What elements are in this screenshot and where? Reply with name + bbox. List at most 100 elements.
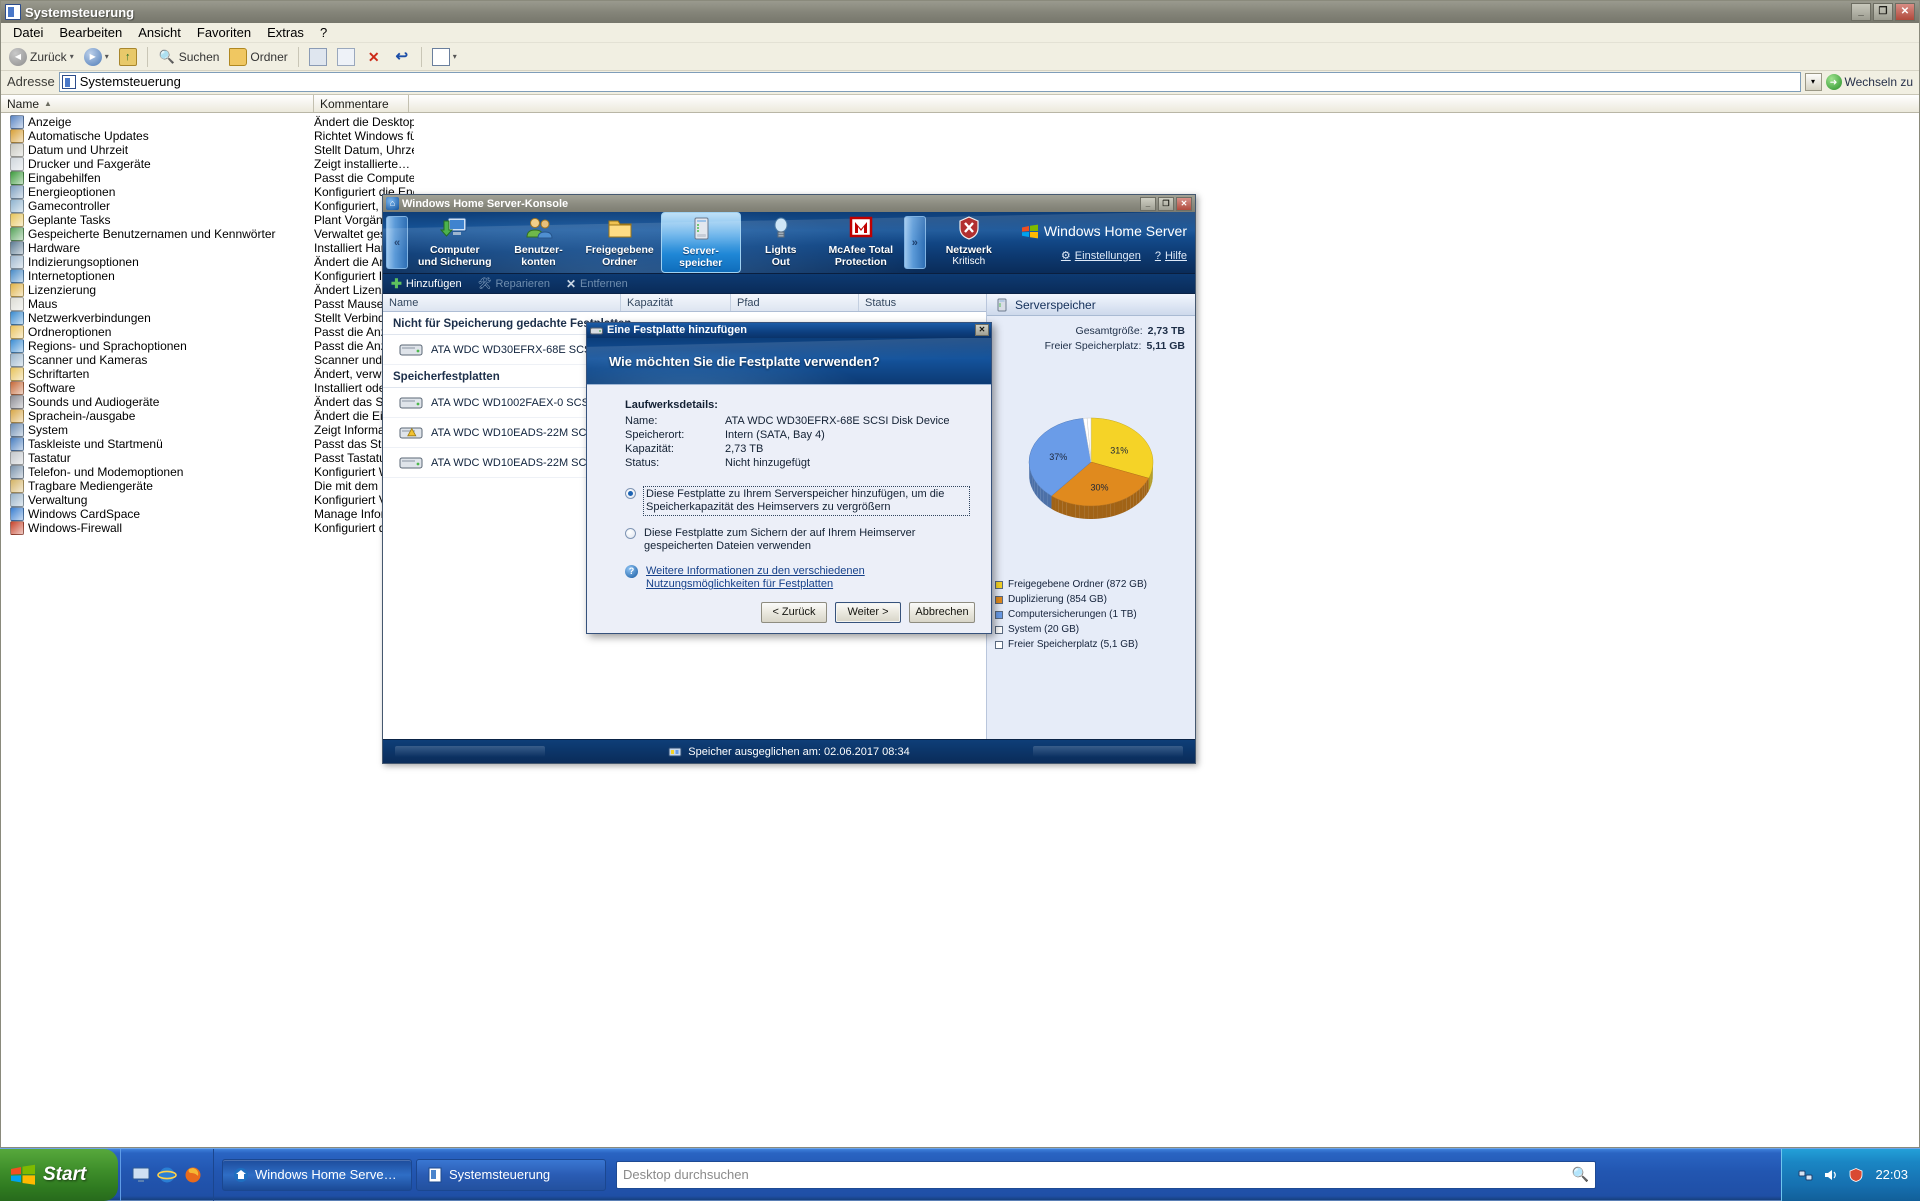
- back-chevron-down-icon[interactable]: ▾: [70, 52, 74, 61]
- cancel-button[interactable]: Abbrechen: [909, 602, 975, 623]
- more-info-row[interactable]: ? Weitere Informationen zu den verschied…: [625, 565, 969, 591]
- nav-scroll-left-button[interactable]: «: [386, 216, 408, 269]
- control-panel-item[interactable]: EingabehilfenPasst die Computer…: [1, 171, 1919, 185]
- detail-value-status: Nicht hinzugefügt: [725, 456, 969, 470]
- control-panel-item-label: Internetoptionen: [28, 269, 115, 283]
- plus-icon: ✚: [391, 276, 402, 292]
- whs-nav-item-network-critical[interactable]: NetzwerkKritisch: [929, 212, 1009, 273]
- add-disk-button[interactable]: ✚ Hinzufügen: [391, 276, 462, 292]
- storage-stats: Gesamtgröße: 2,73 TB Freier Speicherplat…: [987, 316, 1195, 358]
- whs-nav-item-user-accounts[interactable]: Benutzer-konten: [499, 212, 579, 273]
- folders-button[interactable]: Ordner: [225, 46, 291, 68]
- settings-link[interactable]: ⚙ Einstellungen: [1061, 249, 1141, 262]
- status-text: Speicher ausgeglichen am: 02.06.2017 08:…: [688, 746, 909, 758]
- maximize-button[interactable]: ❐: [1873, 3, 1893, 21]
- whs-maximize-button[interactable]: ❐: [1158, 197, 1174, 211]
- whs-minimize-button[interactable]: _: [1140, 197, 1156, 211]
- views-chevron-down-icon[interactable]: ▾: [453, 52, 457, 61]
- disk-column-name[interactable]: Name: [383, 294, 621, 311]
- menu-help[interactable]: ?: [312, 23, 335, 42]
- option-add-to-storage[interactable]: Diese Festplatte zu Ihrem Serverspeicher…: [625, 487, 969, 515]
- control-panel-item[interactable]: Drucker und FaxgeräteZeigt installierte…: [1, 157, 1919, 171]
- whs-nav-item-computer-backup[interactable]: Computerund Sicherung: [411, 212, 499, 273]
- menu-ansicht[interactable]: Ansicht: [130, 23, 189, 42]
- desktop-search-input[interactable]: Desktop durchsuchen 🔍: [616, 1161, 1596, 1189]
- firefox-icon[interactable]: [183, 1165, 203, 1185]
- control-panel-item-name: Tastatur: [1, 451, 314, 465]
- nav-scroll-right-button[interactable]: »: [904, 216, 926, 269]
- taskbar-button[interactable]: Systemsteuerung: [416, 1159, 606, 1191]
- back-button[interactable]: < Zurück: [761, 602, 827, 623]
- forward-button[interactable]: ▾: [80, 46, 113, 68]
- whs-title: Windows Home Server-Konsole: [402, 198, 568, 210]
- detail-row-location: Speicherort: Intern (SATA, Bay 4): [625, 428, 969, 442]
- detail-key-location: Speicherort:: [625, 428, 725, 442]
- minimize-button[interactable]: _: [1851, 3, 1871, 21]
- dialog-heading: Wie möchten Sie die Festplatte verwenden…: [609, 354, 880, 369]
- column-header-comment-label: Kommentare: [320, 97, 389, 111]
- copy-to-button[interactable]: [333, 46, 359, 68]
- column-header-name[interactable]: Name ▲: [1, 95, 314, 112]
- radio-add-to-storage[interactable]: [625, 488, 636, 499]
- menu-extras[interactable]: Extras: [259, 23, 312, 42]
- network-icon[interactable]: [1798, 1167, 1814, 1183]
- close-button[interactable]: ✕: [1895, 3, 1915, 21]
- search-icon[interactable]: 🔍: [1572, 1166, 1589, 1183]
- undo-button[interactable]: [389, 46, 415, 68]
- whs-nav-item-shared-folders[interactable]: FreigegebeneOrdner: [579, 212, 661, 273]
- move-to-button[interactable]: [305, 46, 331, 68]
- explorer-titlebar[interactable]: Systemsteuerung _ ❐ ✕: [1, 1, 1919, 23]
- taskbar: Start Windows Home: [0, 1148, 1920, 1200]
- control-panel-item-comment: Ändert die Desktop…: [314, 115, 414, 129]
- disk-column-path[interactable]: Pfad: [731, 294, 859, 311]
- disk-column-capacity[interactable]: Kapazität: [621, 294, 731, 311]
- search-button[interactable]: Suchen: [154, 46, 224, 68]
- start-button[interactable]: Start: [0, 1149, 118, 1201]
- back-button[interactable]: Zurück ▾: [5, 46, 78, 68]
- dialog-titlebar[interactable]: Eine Festplatte hinzufügen ✕: [587, 323, 991, 338]
- show-desktop-icon[interactable]: [131, 1165, 151, 1185]
- address-input[interactable]: Systemsteuerung: [59, 72, 1801, 92]
- total-size-value: 2,73 TB: [1148, 324, 1185, 339]
- disk-column-status[interactable]: Status: [859, 294, 986, 311]
- delete-button[interactable]: [361, 46, 387, 68]
- legend-label: Computersicherungen (1 TB): [1008, 607, 1137, 622]
- internet-explorer-icon[interactable]: [157, 1165, 177, 1185]
- radio-use-for-backup[interactable]: [625, 528, 636, 539]
- control-panel-item[interactable]: Automatische UpdatesRichtet Windows fü…: [1, 129, 1919, 143]
- dialog-close-button[interactable]: ✕: [975, 324, 989, 336]
- menu-datei[interactable]: Datei: [5, 23, 51, 42]
- volume-icon[interactable]: [1823, 1167, 1839, 1183]
- menu-bearbeiten[interactable]: Bearbeiten: [51, 23, 130, 42]
- forward-chevron-down-icon[interactable]: ▾: [105, 52, 109, 61]
- option-use-for-backup[interactable]: Diese Festplatte zum Sichern der auf Ihr…: [625, 527, 969, 553]
- detail-value-capacity: 2,73 TB: [725, 442, 969, 456]
- more-info-link[interactable]: Weitere Informationen zu den verschieden…: [646, 565, 969, 591]
- up-button[interactable]: [115, 46, 141, 68]
- shield-icon[interactable]: [1848, 1167, 1864, 1183]
- column-header-comment[interactable]: Kommentare: [314, 95, 409, 112]
- control-panel-item-name: Gespeicherte Benutzernamen und Kennwörte…: [1, 227, 314, 241]
- address-chevron-down-icon[interactable]: ▾: [1805, 73, 1822, 91]
- hard-disk-icon: [590, 325, 603, 336]
- control-panel-item-name: Drucker und Faxgeräte: [1, 157, 314, 171]
- menu-favoriten[interactable]: Favoriten: [189, 23, 259, 42]
- control-panel-item[interactable]: Datum und UhrzeitStellt Datum, Uhrzei…: [1, 143, 1919, 157]
- taskbar-button[interactable]: Windows Home Serve…: [222, 1159, 412, 1191]
- whs-close-button[interactable]: ✕: [1176, 197, 1192, 211]
- next-button[interactable]: Weiter >: [835, 602, 901, 623]
- go-button[interactable]: Wechseln zu: [1826, 74, 1917, 90]
- control-panel-item-label: Sounds und Audiogeräte: [28, 395, 159, 409]
- help-link[interactable]: ? Hilfe: [1155, 250, 1187, 262]
- clock[interactable]: 22:03: [1873, 1167, 1908, 1182]
- control-panel-item[interactable]: AnzeigeÄndert die Desktop…: [1, 115, 1919, 129]
- whs-nav-item-server-storage[interactable]: Server-speicher: [661, 212, 741, 273]
- whs-nav-item-lights-out[interactable]: LightsOut: [741, 212, 821, 273]
- control-panel-item-comment: Stellt Datum, Uhrzei…: [314, 143, 414, 157]
- control-panel-item-label: Indizierungsoptionen: [28, 255, 139, 269]
- add-hard-disk-dialog: Eine Festplatte hinzufügen ✕ Wie möchten…: [586, 322, 992, 634]
- whs-nav-item-mcafee[interactable]: McAfee TotalProtection: [821, 212, 901, 273]
- legend-label: System (20 GB): [1008, 622, 1079, 637]
- whs-titlebar[interactable]: Windows Home Server-Konsole _ ❐ ✕: [383, 195, 1195, 212]
- views-button[interactable]: ▾: [428, 46, 461, 68]
